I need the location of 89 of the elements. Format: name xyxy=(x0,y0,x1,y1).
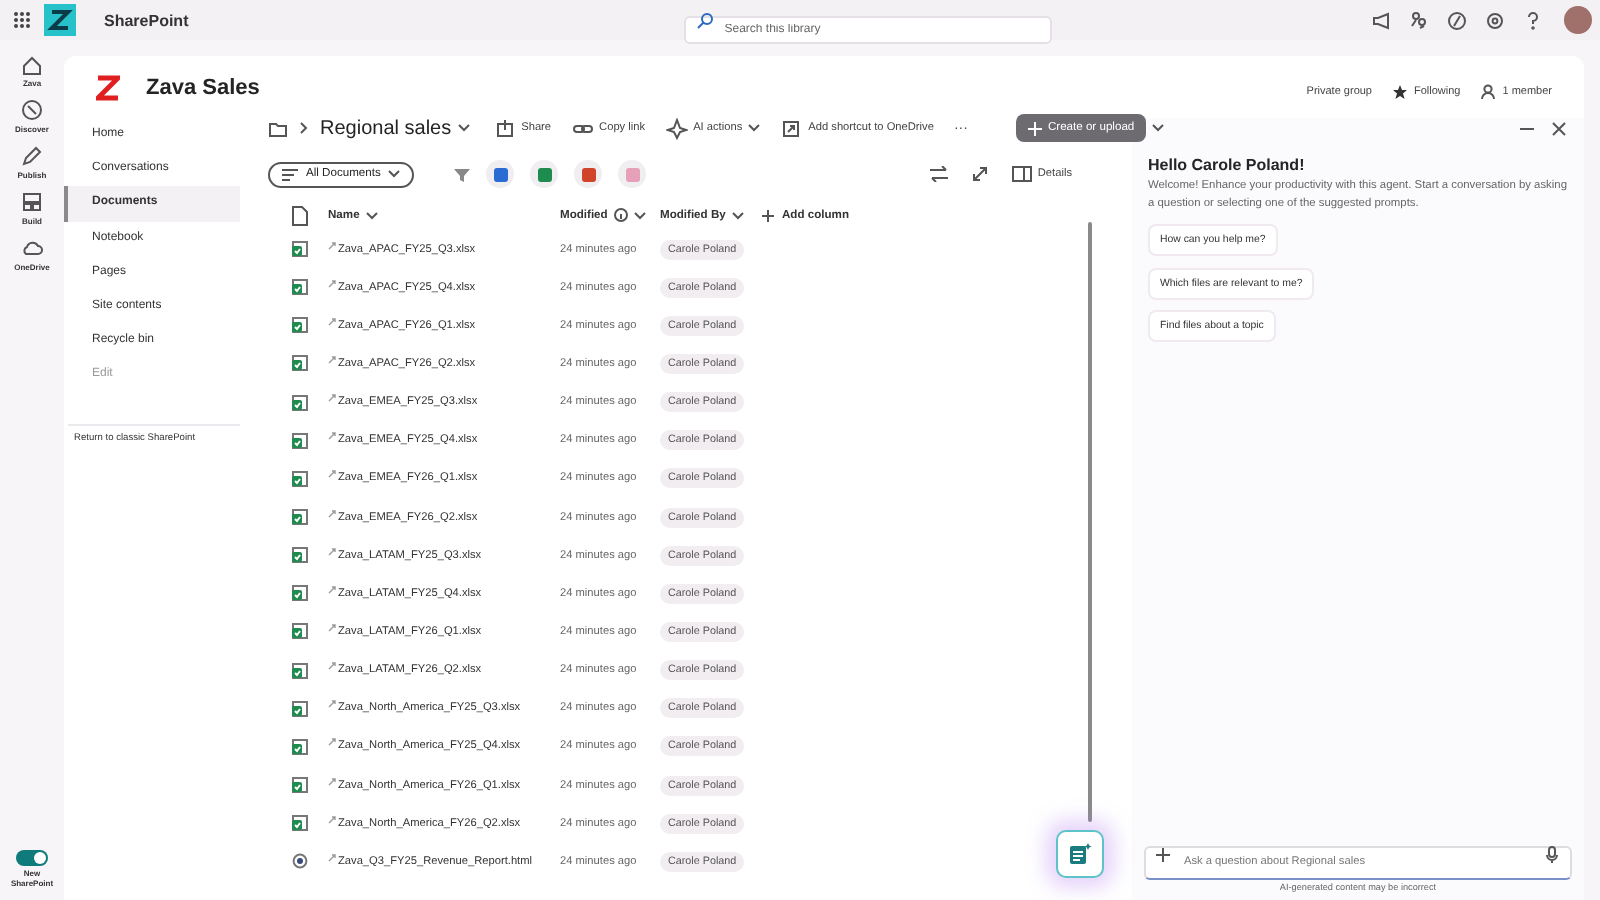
chevron-down-icon xyxy=(633,211,646,219)
pdf-file-icon xyxy=(623,165,642,183)
filter-icon xyxy=(454,167,471,181)
site-logo-icon xyxy=(96,73,120,101)
spreadsheet-file-icon xyxy=(292,278,308,297)
app-launcher-icon xyxy=(12,10,32,30)
spreadsheet-file-icon xyxy=(292,737,308,756)
avatar[interactable] xyxy=(1564,6,1592,34)
microphone-icon xyxy=(1546,846,1558,864)
spreadsheet-file-icon xyxy=(292,622,308,641)
chevron-down-icon xyxy=(388,170,401,178)
spreadsheet-file-icon xyxy=(292,354,308,373)
cloud-icon xyxy=(20,236,44,260)
chevron-down-icon xyxy=(748,124,761,132)
chevron-right-icon xyxy=(300,122,308,134)
spreadsheet-file-icon xyxy=(292,584,308,603)
new-file-sparkle-icon xyxy=(328,279,336,288)
pencil-icon xyxy=(20,144,44,168)
search-icon xyxy=(696,11,715,29)
scrollbar[interactable] xyxy=(1088,222,1092,822)
megaphone-icon xyxy=(1369,9,1391,31)
new-file-sparkle-icon xyxy=(328,738,336,747)
new-file-sparkle-icon xyxy=(328,623,336,632)
folder-icon xyxy=(268,119,288,137)
plus-icon xyxy=(1027,121,1042,135)
powerpoint-file-filter[interactable] xyxy=(574,160,603,188)
spreadsheet-file-icon xyxy=(292,469,308,488)
blocks-icon xyxy=(20,190,44,214)
new-file-sparkle-icon xyxy=(328,777,336,786)
new-file-sparkle-icon xyxy=(328,853,336,862)
shortcut-icon xyxy=(780,117,803,139)
chevron-down-icon xyxy=(1152,124,1164,132)
new-file-sparkle-icon xyxy=(328,662,336,671)
close-icon xyxy=(1551,121,1565,135)
spreadsheet-file-icon xyxy=(292,431,308,450)
spreadsheet-file-icon xyxy=(292,240,308,259)
new-file-sparkle-icon xyxy=(328,432,336,441)
new-file-sparkle-icon xyxy=(328,470,336,479)
expand-icon xyxy=(971,166,988,182)
excel-file-icon xyxy=(535,165,554,183)
library-title[interactable]: Regional sales xyxy=(320,117,470,139)
spreadsheet-file-icon xyxy=(292,814,308,833)
new-file-sparkle-icon xyxy=(328,815,336,824)
spreadsheet-file-icon xyxy=(292,316,308,335)
chevron-down-icon xyxy=(457,124,470,132)
file-type-icon xyxy=(292,205,308,225)
plus-icon xyxy=(762,209,774,221)
minimize-icon xyxy=(1519,125,1533,131)
compass-icon xyxy=(20,98,44,122)
spreadsheet-file-icon xyxy=(292,393,308,412)
word-file-filter[interactable] xyxy=(486,160,515,188)
sparkle-icon xyxy=(665,117,688,139)
new-file-sparkle-icon xyxy=(328,317,336,326)
new-file-sparkle-icon xyxy=(328,700,336,709)
chat-greeting: Hello Carole Poland! xyxy=(1148,156,1307,174)
spreadsheet-file-icon xyxy=(292,699,308,718)
info-icon xyxy=(613,208,628,222)
list-icon xyxy=(282,167,298,181)
new-file-sparkle-icon xyxy=(328,547,336,556)
new-file-sparkle-icon xyxy=(328,394,336,403)
share-icon xyxy=(493,117,516,139)
powerpoint-file-icon xyxy=(579,165,598,183)
person-icon xyxy=(1480,83,1497,99)
new-file-sparkle-icon xyxy=(328,355,336,364)
chevron-down-icon xyxy=(731,211,744,219)
app-name: SharePoint xyxy=(104,11,189,29)
new-file-sparkle-icon xyxy=(328,585,336,594)
spreadsheet-file-icon xyxy=(292,776,308,795)
plus-icon xyxy=(1156,848,1170,862)
site-title: Zava Sales xyxy=(146,75,260,99)
word-file-icon xyxy=(491,165,510,183)
new-file-sparkle-icon xyxy=(328,509,336,518)
web-file-icon xyxy=(292,852,308,871)
excel-file-filter[interactable] xyxy=(530,160,559,188)
settings-icon xyxy=(1483,9,1505,31)
chevron-down-icon xyxy=(365,211,378,219)
sort-icon xyxy=(929,166,948,182)
spreadsheet-file-icon xyxy=(292,508,308,527)
document-sparkle-icon xyxy=(1068,842,1092,866)
people-icon xyxy=(1407,9,1429,31)
agent-button[interactable] xyxy=(1056,830,1104,878)
star-icon xyxy=(1392,83,1408,99)
logo-icon xyxy=(44,4,76,36)
toggle-switch[interactable] xyxy=(16,850,48,866)
spreadsheet-file-icon xyxy=(292,661,308,680)
home-icon xyxy=(20,52,44,76)
new-file-sparkle-icon xyxy=(328,241,336,250)
details-icon xyxy=(1011,166,1032,182)
spreadsheet-file-icon xyxy=(292,546,308,565)
